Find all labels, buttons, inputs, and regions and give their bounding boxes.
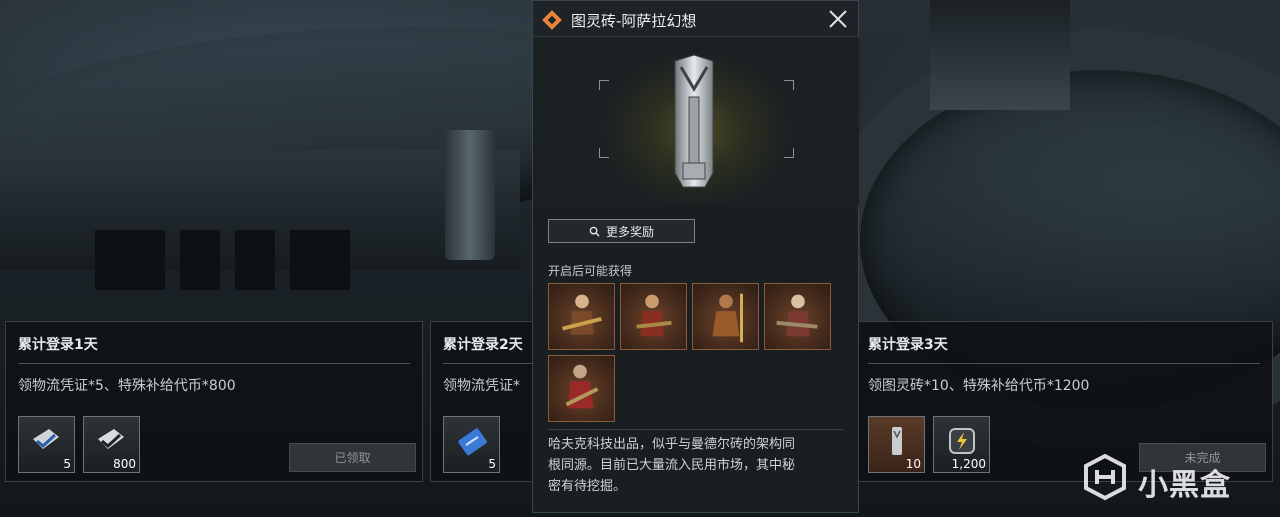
- possible-rewards-label: 开启后可能获得: [548, 264, 633, 278]
- reward-item-token[interactable]: 800: [83, 416, 140, 473]
- description-line: 哈夫克科技出品，似乎与曼德尔砖的架构同: [548, 437, 796, 452]
- reward-character-2[interactable]: [620, 283, 687, 350]
- reward-item-turing-brick[interactable]: 10: [868, 416, 925, 473]
- reward-character-5[interactable]: [548, 355, 615, 422]
- watermark: 小黑盒: [1080, 452, 1270, 504]
- description-line: 根同源。目前已大量流入民用市场，其中秘: [548, 458, 796, 473]
- card-title: 累计登录3天: [868, 337, 948, 353]
- card-description: 领物流凭证*5、特殊补给代币*800: [18, 378, 236, 394]
- character-figure-icon: [562, 294, 602, 335]
- ticket-icon: [458, 428, 487, 456]
- reward-item-voucher[interactable]: 5: [18, 416, 75, 473]
- watermark-text: 小黑盒: [1138, 468, 1231, 503]
- card-title: 累计登录1天: [18, 337, 98, 353]
- item-count: 800: [113, 457, 136, 471]
- character-figure-icon: [776, 294, 818, 337]
- reward-character-1[interactable]: [548, 283, 615, 350]
- lightning-token-icon: [949, 428, 975, 454]
- reward-character-4[interactable]: [764, 283, 831, 350]
- diamond-grid-icon: [542, 10, 562, 30]
- character-figure-icon: [565, 364, 599, 409]
- divider: [548, 429, 843, 430]
- item-count: 5: [63, 457, 71, 471]
- card-description: 领物流凭证*: [443, 378, 520, 394]
- item-count: 10: [905, 457, 921, 471]
- close-icon[interactable]: [826, 7, 850, 31]
- popup-header: 图灵砖-阿萨拉幻想: [533, 1, 858, 37]
- token-icon: [98, 429, 124, 449]
- machine-structure: [930, 0, 1070, 110]
- voucher-icon: [33, 429, 59, 449]
- popup-title: 图灵砖-阿萨拉幻想: [571, 12, 697, 30]
- search-icon: [589, 226, 600, 237]
- reward-character-3[interactable]: [692, 283, 759, 350]
- item-preview: [534, 38, 859, 206]
- card-title: 累计登录2天: [443, 337, 523, 353]
- divider: [18, 363, 410, 364]
- possible-rewards-grid: [548, 283, 838, 422]
- more-rewards-label: 更多奖励: [605, 224, 654, 239]
- character-figure-icon: [636, 294, 672, 337]
- more-rewards-button[interactable]: 更多奖励: [548, 219, 695, 243]
- item-detail-popup: 图灵砖-阿萨拉幻想 更多奖励 开启后可能获得 哈夫克科技出品，似乎与曼德尔砖的架…: [532, 0, 859, 513]
- item-count: 1,200: [951, 457, 986, 471]
- item-description: 哈夫克科技出品，似乎与曼德尔砖的架构同 根同源。目前已大量流入民用市场，其中秘 …: [548, 434, 848, 497]
- turing-brick-icon: [892, 427, 902, 455]
- description-line: 密有待挖掘。: [548, 479, 627, 494]
- claimed-button[interactable]: 已领取: [289, 443, 416, 472]
- card-description: 领图灵砖*10、特殊补给代币*1200: [868, 378, 1090, 394]
- heybox-logo-icon: [1084, 453, 1126, 501]
- character-figure-icon: [712, 293, 743, 343]
- reward-item-ticket[interactable]: 5: [443, 416, 500, 473]
- metal-pillar: [445, 130, 495, 260]
- reward-item-lightning-token[interactable]: 1,200: [933, 416, 990, 473]
- divider: [868, 363, 1260, 364]
- login-reward-card-day1: 累计登录1天 领物流凭证*5、特殊补给代币*800 5 800 已领取: [5, 321, 423, 482]
- item-count: 5: [488, 457, 496, 471]
- turing-brick-image: [674, 54, 714, 188]
